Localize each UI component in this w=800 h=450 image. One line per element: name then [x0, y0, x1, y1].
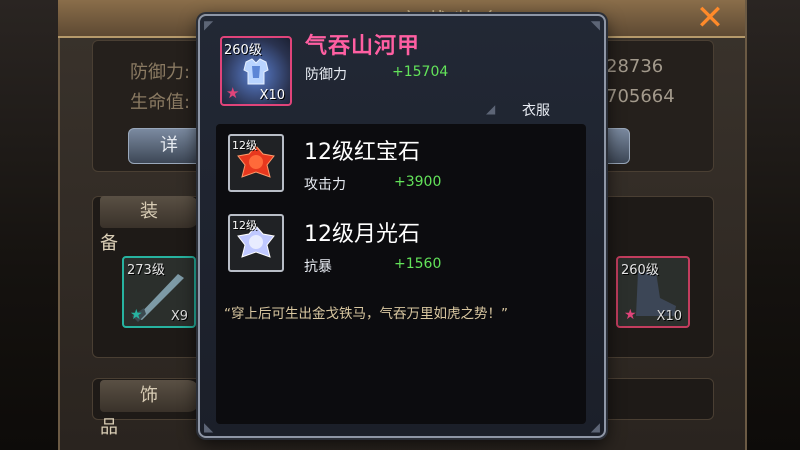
gem-attr-value: +1560 [394, 256, 442, 272]
slot-level: 260级 [621, 263, 659, 278]
item-multiplier: X10 [259, 88, 285, 103]
gem-name: 12级红宝石 [304, 140, 420, 165]
slot-multiplier: X9 [170, 309, 188, 324]
star-icon: ★ [226, 84, 240, 102]
tooltip-body: 12级 12级红宝石 攻击力 +3900 12级 12级月光石 抗暴 +1560… [216, 124, 586, 424]
tooltip-header: 260级 ★ X10 气吞山河甲 防御力 +15704 ◢ 衣服 [200, 16, 604, 122]
gem-attr-label: 抗暴 [304, 259, 332, 275]
equip-slot-right[interactable]: 260级 ★ X10 [616, 256, 690, 328]
gem-level: 12级 [232, 219, 257, 232]
item-attr-value: +15704 [392, 64, 449, 80]
corner-ornament: ◢ [486, 102, 496, 116]
gem-attr-value: +3900 [394, 174, 442, 190]
corner-ornament: ◣ [204, 420, 214, 434]
item-icon-frame: 260级 ★ X10 [220, 36, 292, 106]
item-attr-label: 防御力 [305, 67, 347, 83]
star-icon: ★ [624, 307, 637, 323]
defense-label: 防御力: [130, 62, 191, 83]
item-type: 衣服 [522, 103, 550, 119]
gem-slot: 12级 [228, 134, 284, 192]
item-flavor-text: “穿上后可生出金戈铁马，气吞万里如虎之势！” [224, 306, 508, 322]
star-icon: ★ [130, 307, 143, 323]
gem-name: 12级月光石 [304, 222, 420, 247]
armor-icon [243, 58, 269, 85]
item-level: 260级 [224, 43, 262, 58]
corner-ornament: ◢ [590, 420, 600, 434]
defense-value: 28736 [606, 56, 664, 77]
item-name: 气吞山河甲 [305, 34, 421, 59]
slot-level: 273级 [127, 263, 165, 278]
item-tooltip: ◤ ◥ ◣ ◢ 260级 ★ X10 气吞山河甲 防御力 +15704 ◢ 衣服… [198, 14, 606, 438]
close-x-icon[interactable]: ✕ [690, 1, 730, 35]
hp-value: 705664 [606, 86, 675, 107]
gem-attr-label: 攻击力 [304, 177, 346, 193]
equip-slot-weapon[interactable]: 273级 ★ X9 [122, 256, 196, 328]
accessory-section-label: 饰 品 [100, 380, 200, 438]
gem-slot: 12级 [228, 214, 284, 272]
hp-label: 生命值: [130, 92, 191, 113]
slot-multiplier: X10 [656, 309, 682, 324]
gem-level: 12级 [232, 139, 257, 152]
equipment-section-label: 装 备 [100, 196, 200, 254]
